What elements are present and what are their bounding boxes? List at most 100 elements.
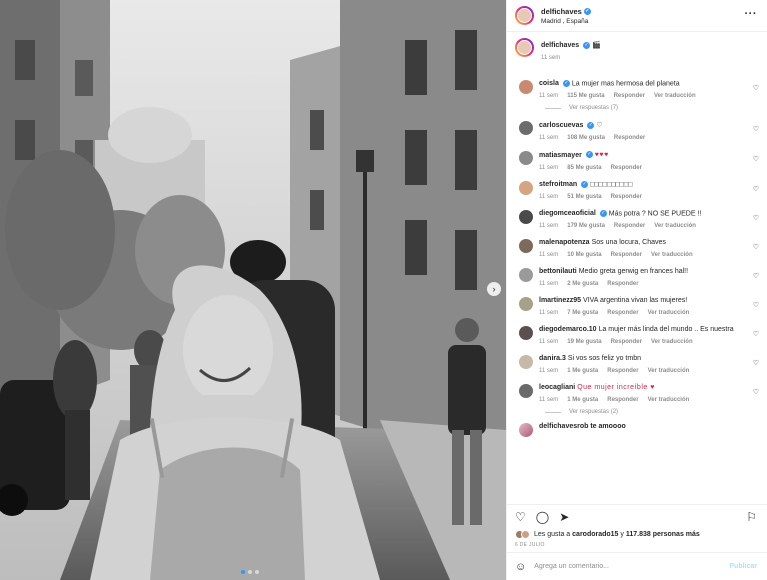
comment-item: malenapotenza Sos una locura, Chaves 11 se… xyxy=(515,239,759,258)
reply-button[interactable]: Responder xyxy=(614,93,645,99)
reply-button[interactable]: Responder xyxy=(611,252,642,258)
view-replies-button[interactable]: Ver respuestas (2) xyxy=(545,409,759,415)
heart-icon[interactable]: ♡ xyxy=(515,510,526,524)
comment-likes[interactable]: 1 Me gusta xyxy=(567,368,598,374)
comment-likes[interactable]: 1 Me gusta xyxy=(567,397,598,403)
likes-count[interactable]: 117.838 personas más xyxy=(626,531,700,538)
comment-avatar[interactable] xyxy=(519,210,533,225)
comment-likes[interactable]: 51 Me gusta xyxy=(567,194,601,200)
comment-username[interactable]: diegomceaoficial xyxy=(539,210,596,217)
comment-username[interactable]: bettonilauti xyxy=(539,268,577,275)
heart-icon[interactable]: ♡ xyxy=(753,330,759,338)
translate-button[interactable]: Ver traducción xyxy=(654,93,696,99)
comment-username[interactable]: danira.3 xyxy=(539,355,566,362)
comment-avatar[interactable] xyxy=(519,239,533,254)
comment-username[interactable]: leocagliani xyxy=(539,384,575,391)
comment-avatar[interactable] xyxy=(519,423,533,438)
comment-item: leocagliani Que mujer increíble ♥ 11 sem 1 … xyxy=(515,384,759,415)
comment-item: diegomceaoficial ✓ Más potra ? NO SE PUED… xyxy=(515,210,759,229)
comment-text: Si vos sos feliz yo tmbn xyxy=(567,355,641,363)
heart-icon[interactable]: ♡ xyxy=(753,185,759,193)
verified-badge-icon: ✓ xyxy=(562,80,570,87)
reply-button[interactable]: Responder xyxy=(611,194,642,200)
heart-icon[interactable]: ♡ xyxy=(753,388,759,396)
comment-avatar[interactable] xyxy=(519,268,533,283)
translate-button[interactable]: Ver traducción xyxy=(648,368,690,374)
heart-icon[interactable]: ♡ xyxy=(753,155,759,163)
heart-icon[interactable]: ♡ xyxy=(753,243,759,251)
reply-button[interactable]: Responder xyxy=(611,339,642,345)
heart-icon[interactable]: ♡ xyxy=(753,272,759,280)
verified-badge-icon: ✓ xyxy=(599,210,607,218)
smiley-icon[interactable]: ☺ xyxy=(515,561,526,573)
view-replies-button[interactable]: Ver respuestas (7) xyxy=(545,105,759,111)
reply-button[interactable]: Responder xyxy=(607,310,638,316)
view-replies-label: Ver respuestas (7) xyxy=(569,105,619,112)
comment-time: 11 sem xyxy=(539,368,559,375)
caption-username[interactable]: delfichaves xyxy=(541,42,579,49)
carousel-dot xyxy=(255,570,259,574)
comment-avatar[interactable] xyxy=(519,384,533,399)
comment-likes[interactable]: 19 Me gusta xyxy=(567,339,601,345)
author-username[interactable]: delfichaves ✓ xyxy=(541,7,591,16)
comment-avatar[interactable] xyxy=(519,355,533,370)
translate-button[interactable]: Ver traducción xyxy=(654,223,696,229)
comment-username[interactable]: coisla xyxy=(539,80,559,87)
heart-icon[interactable]: ♡ xyxy=(753,84,759,92)
likes-summary[interactable]: Les gusta a carodorado15 y 117.838 perso… xyxy=(507,528,767,540)
comments-list[interactable]: delfichaves ✓ 🎬 11 sem coisla ✓ La mujer m… xyxy=(507,32,767,504)
comment-avatar[interactable] xyxy=(519,180,533,195)
comment-likes[interactable]: 7 Me gusta xyxy=(567,310,598,316)
comment-username[interactable]: diegodemarco.10 xyxy=(539,326,597,333)
likes-user[interactable]: carodorado15 xyxy=(572,531,618,538)
comment-likes[interactable]: 85 Me gusta xyxy=(567,165,601,171)
comment-text: ♥♥♥ xyxy=(594,151,609,159)
comment-username[interactable]: stefroitman xyxy=(539,181,577,188)
comment-avatar[interactable] xyxy=(519,297,533,312)
comment-icon[interactable]: ◯ xyxy=(536,510,549,524)
comment-username[interactable]: matiasmayer xyxy=(539,152,582,159)
post-photo[interactable]: › xyxy=(0,0,506,580)
comment-likes[interactable]: 179 Me gusta xyxy=(567,223,605,229)
translate-button[interactable]: Ver traducción xyxy=(648,397,690,403)
heart-icon[interactable]: ♡ xyxy=(753,125,759,133)
reply-button[interactable]: Responder xyxy=(614,223,645,229)
post-location[interactable]: Madrid , España xyxy=(541,18,591,25)
comment-avatar[interactable] xyxy=(519,326,533,341)
reply-button[interactable]: Responder xyxy=(614,135,645,141)
comment-likes[interactable]: 108 Me gusta xyxy=(567,135,605,141)
chevron-right-icon[interactable]: › xyxy=(487,282,501,296)
comment-item: coisla ✓ La mujer mas hermosa del planeta… xyxy=(515,80,759,111)
comment-username[interactable]: malenapotenza xyxy=(539,239,590,246)
bookmark-icon[interactable]: ⚐ xyxy=(746,510,757,524)
post-side-panel: delfichaves ✓ Madrid , España ··· delfich… xyxy=(506,0,767,580)
comment-username[interactable]: delfichavesrob te amoooo xyxy=(539,423,626,430)
comment-avatar[interactable] xyxy=(519,121,533,136)
heart-icon[interactable]: ♡ xyxy=(753,214,759,222)
comment-row: diegomceaoficial ✓ Más potra ? NO SE PUED… xyxy=(515,210,759,229)
comment-row: bettonilauti Medio greta gerwig en france… xyxy=(515,268,759,287)
translate-button[interactable]: Ver traducción xyxy=(651,339,693,345)
comment-username[interactable]: lmartinezz95 xyxy=(539,297,581,304)
translate-button[interactable]: Ver traducción xyxy=(648,310,690,316)
publish-button[interactable]: Publicar xyxy=(729,563,757,570)
translate-button[interactable]: Ver traducción xyxy=(651,252,693,258)
heart-icon[interactable]: ♡ xyxy=(753,301,759,309)
heart-icon[interactable]: ♡ xyxy=(753,359,759,367)
share-icon[interactable]: ➤ xyxy=(559,510,569,524)
reply-button[interactable]: Responder xyxy=(607,368,638,374)
author-avatar[interactable] xyxy=(515,6,534,25)
reply-button[interactable]: Responder xyxy=(611,165,642,171)
comment-username[interactable]: carloscuevas xyxy=(539,122,583,129)
caption-avatar[interactable] xyxy=(515,38,534,57)
comment-item: lmartinezz95 VIVA argentina vivan las muj… xyxy=(515,297,759,316)
comment-likes[interactable]: 2 Me gusta xyxy=(567,281,598,287)
comment-input[interactable]: Agrega un comentario... xyxy=(534,563,609,570)
reply-button[interactable]: Responder xyxy=(607,281,638,287)
comment-avatar[interactable] xyxy=(519,80,533,94)
comment-avatar[interactable] xyxy=(519,151,533,166)
reply-button[interactable]: Responder xyxy=(607,397,638,403)
comment-likes[interactable]: 10 Me gusta xyxy=(567,252,601,258)
comment-likes[interactable]: 115 Me gusta xyxy=(567,93,604,99)
more-horizontal-icon[interactable]: ··· xyxy=(745,9,758,20)
